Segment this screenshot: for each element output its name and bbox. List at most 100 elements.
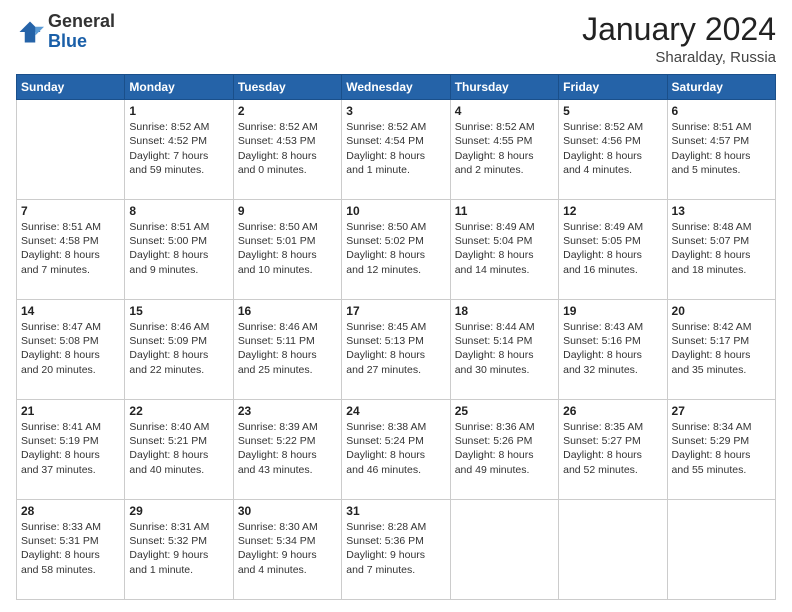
title-block: January 2024 Sharalday, Russia — [582, 12, 776, 66]
day-number: 29 — [129, 504, 228, 518]
day-number: 27 — [672, 404, 771, 418]
day-info: Sunrise: 8:52 AM Sunset: 4:54 PM Dayligh… — [346, 120, 445, 177]
day-info: Sunrise: 8:45 AM Sunset: 5:13 PM Dayligh… — [346, 320, 445, 377]
day-cell: 13 Sunrise: 8:48 AM Sunset: 5:07 PM Dayli… — [667, 200, 775, 300]
logo-general: General — [48, 11, 115, 31]
day-cell: 6 Sunrise: 8:51 AM Sunset: 4:57 PM Daylig… — [667, 100, 775, 200]
day-cell: 2Sunrise: 8:52 AM Sunset: 4:53 PM Daylig… — [233, 100, 341, 200]
col-thursday: Thursday — [450, 75, 558, 100]
day-info: Sunrise: 8:34 AM Sunset: 5:29 PM Dayligh… — [672, 420, 771, 477]
header-row: Sunday Monday Tuesday Wednesday Thursday… — [17, 75, 776, 100]
day-number: 5 — [563, 104, 662, 118]
day-number: 28 — [21, 504, 120, 518]
day-cell — [667, 500, 775, 600]
day-info: Sunrise: 8:36 AM Sunset: 5:26 PM Dayligh… — [455, 420, 554, 477]
day-info: Sunrise: 8:51 AM Sunset: 5:00 PM Dayligh… — [129, 220, 228, 277]
day-number: 6 — [672, 104, 771, 118]
col-monday: Monday — [125, 75, 233, 100]
day-cell — [17, 100, 125, 200]
day-info: Sunrise: 8:35 AM Sunset: 5:27 PM Dayligh… — [563, 420, 662, 477]
col-saturday: Saturday — [667, 75, 775, 100]
day-number: 13 — [672, 204, 771, 218]
day-info: Sunrise: 8:51 AM Sunset: 4:58 PM Dayligh… — [21, 220, 120, 277]
day-info: Sunrise: 8:46 AM Sunset: 5:11 PM Dayligh… — [238, 320, 337, 377]
day-cell: 19 Sunrise: 8:43 AM Sunset: 5:16 PM Dayli… — [559, 300, 667, 400]
day-cell: 21 Sunrise: 8:41 AM Sunset: 5:19 PM Dayli… — [17, 400, 125, 500]
day-info: Sunrise: 8:28 AM Sunset: 5:36 PM Dayligh… — [346, 520, 445, 577]
day-cell: 14Sunrise: 8:47 AM Sunset: 5:08 PM Dayli… — [17, 300, 125, 400]
day-number: 25 — [455, 404, 554, 418]
day-number: 18 — [455, 304, 554, 318]
day-cell: 12 Sunrise: 8:49 AM Sunset: 5:05 PM Dayli… — [559, 200, 667, 300]
day-info: Sunrise: 8:46 AM Sunset: 5:09 PM Dayligh… — [129, 320, 228, 377]
day-cell: 20 Sunrise: 8:42 AM Sunset: 5:17 PM Dayli… — [667, 300, 775, 400]
day-number: 31 — [346, 504, 445, 518]
day-number: 12 — [563, 204, 662, 218]
day-info: Sunrise: 8:44 AM Sunset: 5:14 PM Dayligh… — [455, 320, 554, 377]
day-info: Sunrise: 8:48 AM Sunset: 5:07 PM Dayligh… — [672, 220, 771, 277]
logo-blue: Blue — [48, 31, 87, 51]
day-number: 23 — [238, 404, 337, 418]
day-number: 1 — [129, 104, 228, 118]
day-info: Sunrise: 8:30 AM Sunset: 5:34 PM Dayligh… — [238, 520, 337, 577]
day-info: Sunrise: 8:43 AM Sunset: 5:16 PM Dayligh… — [563, 320, 662, 377]
day-cell: 16 Sunrise: 8:46 AM Sunset: 5:11 PM Dayli… — [233, 300, 341, 400]
day-info: Sunrise: 8:50 AM Sunset: 5:01 PM Dayligh… — [238, 220, 337, 277]
day-cell: 17 Sunrise: 8:45 AM Sunset: 5:13 PM Dayli… — [342, 300, 450, 400]
day-cell: 1Sunrise: 8:52 AM Sunset: 4:52 PM Daylig… — [125, 100, 233, 200]
day-number: 19 — [563, 304, 662, 318]
day-info: Sunrise: 8:40 AM Sunset: 5:21 PM Dayligh… — [129, 420, 228, 477]
day-cell: 29 Sunrise: 8:31 AM Sunset: 5:32 PM Dayli… — [125, 500, 233, 600]
day-cell: 24 Sunrise: 8:38 AM Sunset: 5:24 PM Dayli… — [342, 400, 450, 500]
header: General Blue January 2024 Sharalday, Rus… — [16, 12, 776, 66]
col-sunday: Sunday — [17, 75, 125, 100]
calendar-table: Sunday Monday Tuesday Wednesday Thursday… — [16, 74, 776, 600]
day-number: 11 — [455, 204, 554, 218]
day-number: 30 — [238, 504, 337, 518]
day-number: 26 — [563, 404, 662, 418]
day-cell: 5Sunrise: 8:52 AM Sunset: 4:56 PM Daylig… — [559, 100, 667, 200]
day-info: Sunrise: 8:42 AM Sunset: 5:17 PM Dayligh… — [672, 320, 771, 377]
day-number: 8 — [129, 204, 228, 218]
day-cell: 28Sunrise: 8:33 AM Sunset: 5:31 PM Dayli… — [17, 500, 125, 600]
day-info: Sunrise: 8:49 AM Sunset: 5:05 PM Dayligh… — [563, 220, 662, 277]
day-cell: 22 Sunrise: 8:40 AM Sunset: 5:21 PM Dayli… — [125, 400, 233, 500]
day-number: 10 — [346, 204, 445, 218]
day-cell: 7Sunrise: 8:51 AM Sunset: 4:58 PM Daylig… — [17, 200, 125, 300]
week-row-3: 14Sunrise: 8:47 AM Sunset: 5:08 PM Dayli… — [17, 300, 776, 400]
col-tuesday: Tuesday — [233, 75, 341, 100]
day-cell: 4 Sunrise: 8:52 AM Sunset: 4:55 PM Daylig… — [450, 100, 558, 200]
day-number: 9 — [238, 204, 337, 218]
day-cell: 8 Sunrise: 8:51 AM Sunset: 5:00 PM Daylig… — [125, 200, 233, 300]
day-cell: 15 Sunrise: 8:46 AM Sunset: 5:09 PM Dayli… — [125, 300, 233, 400]
day-number: 22 — [129, 404, 228, 418]
week-row-4: 21 Sunrise: 8:41 AM Sunset: 5:19 PM Dayli… — [17, 400, 776, 500]
day-info: Sunrise: 8:50 AM Sunset: 5:02 PM Dayligh… — [346, 220, 445, 277]
day-number: 15 — [129, 304, 228, 318]
day-number: 20 — [672, 304, 771, 318]
day-number: 2 — [238, 104, 337, 118]
day-number: 21 — [21, 404, 120, 418]
day-cell: 30 Sunrise: 8:30 AM Sunset: 5:34 PM Dayli… — [233, 500, 341, 600]
day-number: 4 — [455, 104, 554, 118]
day-cell: 11 Sunrise: 8:49 AM Sunset: 5:04 PM Dayli… — [450, 200, 558, 300]
day-info: Sunrise: 8:49 AM Sunset: 5:04 PM Dayligh… — [455, 220, 554, 277]
col-friday: Friday — [559, 75, 667, 100]
day-number: 17 — [346, 304, 445, 318]
day-info: Sunrise: 8:39 AM Sunset: 5:22 PM Dayligh… — [238, 420, 337, 477]
day-info: Sunrise: 8:52 AM Sunset: 4:55 PM Dayligh… — [455, 120, 554, 177]
day-info: Sunrise: 8:51 AM Sunset: 4:57 PM Dayligh… — [672, 120, 771, 177]
day-number: 16 — [238, 304, 337, 318]
week-row-5: 28Sunrise: 8:33 AM Sunset: 5:31 PM Dayli… — [17, 500, 776, 600]
day-number: 3 — [346, 104, 445, 118]
day-number: 14 — [21, 304, 120, 318]
day-cell: 3 Sunrise: 8:52 AM Sunset: 4:54 PM Daylig… — [342, 100, 450, 200]
day-number: 24 — [346, 404, 445, 418]
day-info: Sunrise: 8:38 AM Sunset: 5:24 PM Dayligh… — [346, 420, 445, 477]
logo: General Blue — [16, 12, 115, 52]
day-info: Sunrise: 8:31 AM Sunset: 5:32 PM Dayligh… — [129, 520, 228, 577]
calendar-subtitle: Sharalday, Russia — [582, 49, 776, 66]
day-cell: 10 Sunrise: 8:50 AM Sunset: 5:02 PM Dayli… — [342, 200, 450, 300]
day-info: Sunrise: 8:41 AM Sunset: 5:19 PM Dayligh… — [21, 420, 120, 477]
day-cell: 25 Sunrise: 8:36 AM Sunset: 5:26 PM Dayli… — [450, 400, 558, 500]
